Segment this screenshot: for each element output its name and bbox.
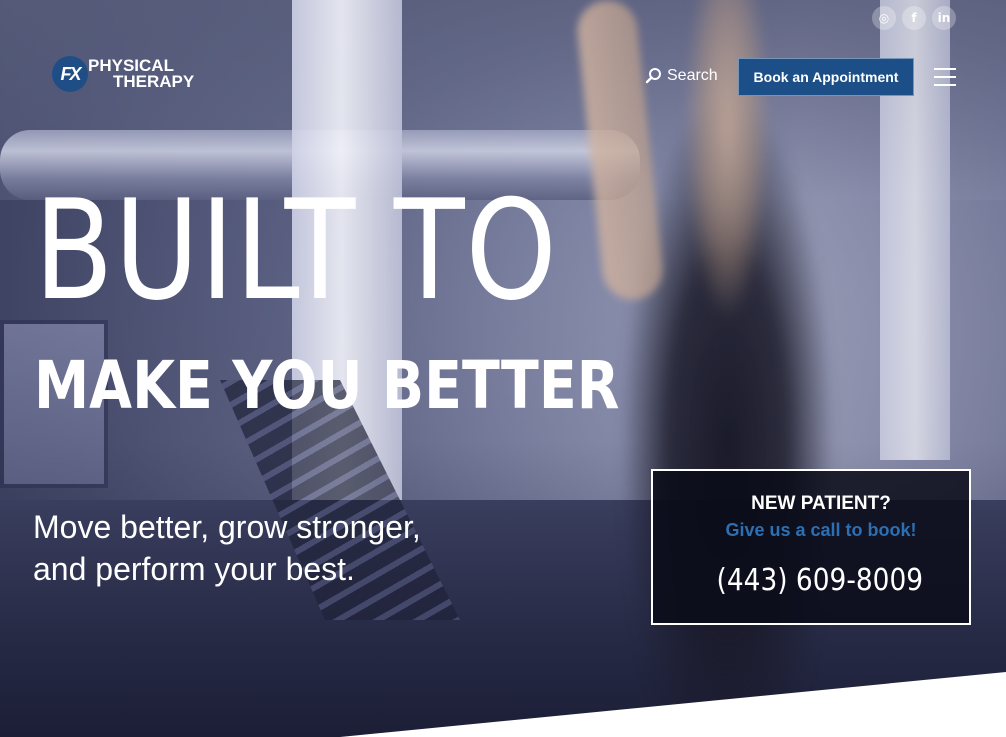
logo-mark: FX: [52, 56, 88, 92]
phone-link[interactable]: (443) 609-8009: [672, 563, 950, 598]
hero-headline-line2: MAKE YOU BETTER: [34, 347, 620, 424]
book-appointment-button[interactable]: Book an Appointment: [738, 58, 914, 96]
hero-headline-line1: BUILT TO: [34, 170, 558, 331]
site-logo[interactable]: FX PHYSICAL THERAPY: [52, 56, 194, 92]
new-patient-subtitle: Give us a call to book!: [725, 520, 917, 540]
search-label: Search: [667, 67, 718, 84]
facebook-icon[interactable]: f: [902, 6, 926, 30]
hero-page: ◎ f in FX PHYSICAL THERAPY Search Book a…: [0, 0, 1006, 737]
social-links: ◎ f in: [872, 6, 956, 30]
search-button[interactable]: Search: [645, 67, 718, 85]
logo-line2: THERAPY: [113, 72, 195, 91]
hamburger-menu-icon[interactable]: [934, 68, 956, 86]
search-icon: [645, 68, 661, 84]
instagram-icon[interactable]: ◎: [872, 6, 896, 30]
new-patient-box: NEW PATIENT? Give us a call to book! (44…: [651, 469, 971, 625]
new-patient-title: NEW PATIENT?: [751, 493, 891, 514]
logo-text: PHYSICAL THERAPY: [88, 57, 195, 91]
linkedin-icon[interactable]: in: [932, 6, 956, 30]
hero-tagline: Move better, grow stronger, and perform …: [33, 509, 421, 587]
